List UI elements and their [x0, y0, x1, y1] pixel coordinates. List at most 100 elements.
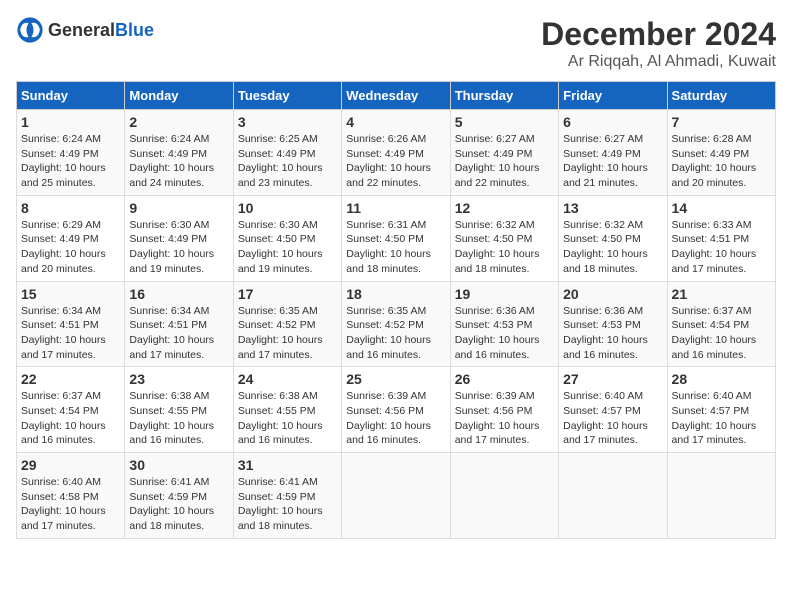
- day-number: 13: [563, 200, 662, 216]
- day-detail: Sunrise: 6:27 AMSunset: 4:49 PMDaylight:…: [563, 133, 648, 189]
- day-number: 3: [238, 114, 337, 130]
- day-detail: Sunrise: 6:40 AMSunset: 4:57 PMDaylight:…: [672, 390, 757, 446]
- calendar-cell: 11 Sunrise: 6:31 AMSunset: 4:50 PMDaylig…: [342, 195, 450, 281]
- weekday-header-tuesday: Tuesday: [233, 82, 341, 110]
- calendar-cell: 19 Sunrise: 6:36 AMSunset: 4:53 PMDaylig…: [450, 281, 558, 367]
- weekday-header-wednesday: Wednesday: [342, 82, 450, 110]
- weekday-header-saturday: Saturday: [667, 82, 775, 110]
- day-detail: Sunrise: 6:30 AMSunset: 4:50 PMDaylight:…: [238, 219, 323, 275]
- title-area: December 2024 Ar Riqqah, Al Ahmadi, Kuwa…: [541, 16, 776, 71]
- day-detail: Sunrise: 6:35 AMSunset: 4:52 PMDaylight:…: [238, 305, 323, 361]
- weekday-header-monday: Monday: [125, 82, 233, 110]
- calendar-cell: 14 Sunrise: 6:33 AMSunset: 4:51 PMDaylig…: [667, 195, 775, 281]
- calendar-cell: 5 Sunrise: 6:27 AMSunset: 4:49 PMDayligh…: [450, 110, 558, 196]
- day-detail: Sunrise: 6:25 AMSunset: 4:49 PMDaylight:…: [238, 133, 323, 189]
- day-detail: Sunrise: 6:28 AMSunset: 4:49 PMDaylight:…: [672, 133, 757, 189]
- day-detail: Sunrise: 6:33 AMSunset: 4:51 PMDaylight:…: [672, 219, 757, 275]
- calendar-cell: 24 Sunrise: 6:38 AMSunset: 4:55 PMDaylig…: [233, 367, 341, 453]
- day-number: 19: [455, 286, 554, 302]
- logo-blue: Blue: [115, 20, 154, 40]
- day-number: 8: [21, 200, 120, 216]
- calendar-week-4: 22 Sunrise: 6:37 AMSunset: 4:54 PMDaylig…: [17, 367, 776, 453]
- day-detail: Sunrise: 6:24 AMSunset: 4:49 PMDaylight:…: [21, 133, 106, 189]
- calendar-cell: 18 Sunrise: 6:35 AMSunset: 4:52 PMDaylig…: [342, 281, 450, 367]
- calendar-cell: 8 Sunrise: 6:29 AMSunset: 4:49 PMDayligh…: [17, 195, 125, 281]
- day-number: 10: [238, 200, 337, 216]
- calendar-cell: [450, 453, 558, 539]
- calendar-cell: 4 Sunrise: 6:26 AMSunset: 4:49 PMDayligh…: [342, 110, 450, 196]
- calendar-cell: 12 Sunrise: 6:32 AMSunset: 4:50 PMDaylig…: [450, 195, 558, 281]
- page-header: GeneralBlue December 2024 Ar Riqqah, Al …: [16, 16, 776, 71]
- calendar-cell: 26 Sunrise: 6:39 AMSunset: 4:56 PMDaylig…: [450, 367, 558, 453]
- calendar-cell: 9 Sunrise: 6:30 AMSunset: 4:49 PMDayligh…: [125, 195, 233, 281]
- day-detail: Sunrise: 6:37 AMSunset: 4:54 PMDaylight:…: [21, 390, 106, 446]
- calendar-cell: 21 Sunrise: 6:37 AMSunset: 4:54 PMDaylig…: [667, 281, 775, 367]
- calendar-cell: [559, 453, 667, 539]
- calendar-cell: 31 Sunrise: 6:41 AMSunset: 4:59 PMDaylig…: [233, 453, 341, 539]
- day-detail: Sunrise: 6:30 AMSunset: 4:49 PMDaylight:…: [129, 219, 214, 275]
- logo-general: General: [48, 20, 115, 40]
- calendar-cell: 23 Sunrise: 6:38 AMSunset: 4:55 PMDaylig…: [125, 367, 233, 453]
- calendar-cell: 1 Sunrise: 6:24 AMSunset: 4:49 PMDayligh…: [17, 110, 125, 196]
- day-number: 11: [346, 200, 445, 216]
- day-detail: Sunrise: 6:38 AMSunset: 4:55 PMDaylight:…: [129, 390, 214, 446]
- day-number: 1: [21, 114, 120, 130]
- calendar-cell: 25 Sunrise: 6:39 AMSunset: 4:56 PMDaylig…: [342, 367, 450, 453]
- month-title: December 2024: [541, 16, 776, 53]
- day-detail: Sunrise: 6:36 AMSunset: 4:53 PMDaylight:…: [455, 305, 540, 361]
- calendar-cell: 29 Sunrise: 6:40 AMSunset: 4:58 PMDaylig…: [17, 453, 125, 539]
- day-detail: Sunrise: 6:29 AMSunset: 4:49 PMDaylight:…: [21, 219, 106, 275]
- day-detail: Sunrise: 6:34 AMSunset: 4:51 PMDaylight:…: [129, 305, 214, 361]
- day-number: 7: [672, 114, 771, 130]
- day-number: 18: [346, 286, 445, 302]
- day-number: 15: [21, 286, 120, 302]
- day-detail: Sunrise: 6:32 AMSunset: 4:50 PMDaylight:…: [563, 219, 648, 275]
- day-detail: Sunrise: 6:24 AMSunset: 4:49 PMDaylight:…: [129, 133, 214, 189]
- calendar-cell: 3 Sunrise: 6:25 AMSunset: 4:49 PMDayligh…: [233, 110, 341, 196]
- calendar-cell: 16 Sunrise: 6:34 AMSunset: 4:51 PMDaylig…: [125, 281, 233, 367]
- header-row: SundayMondayTuesdayWednesdayThursdayFrid…: [17, 82, 776, 110]
- calendar-cell: [667, 453, 775, 539]
- weekday-header-thursday: Thursday: [450, 82, 558, 110]
- day-number: 4: [346, 114, 445, 130]
- weekday-header-friday: Friday: [559, 82, 667, 110]
- day-detail: Sunrise: 6:36 AMSunset: 4:53 PMDaylight:…: [563, 305, 648, 361]
- day-number: 6: [563, 114, 662, 130]
- day-number: 31: [238, 457, 337, 473]
- day-detail: Sunrise: 6:32 AMSunset: 4:50 PMDaylight:…: [455, 219, 540, 275]
- day-detail: Sunrise: 6:34 AMSunset: 4:51 PMDaylight:…: [21, 305, 106, 361]
- day-number: 17: [238, 286, 337, 302]
- calendar-cell: 30 Sunrise: 6:41 AMSunset: 4:59 PMDaylig…: [125, 453, 233, 539]
- calendar-week-2: 8 Sunrise: 6:29 AMSunset: 4:49 PMDayligh…: [17, 195, 776, 281]
- calendar-cell: 20 Sunrise: 6:36 AMSunset: 4:53 PMDaylig…: [559, 281, 667, 367]
- day-detail: Sunrise: 6:39 AMSunset: 4:56 PMDaylight:…: [455, 390, 540, 446]
- calendar-week-5: 29 Sunrise: 6:40 AMSunset: 4:58 PMDaylig…: [17, 453, 776, 539]
- logo-icon: [16, 16, 44, 44]
- day-number: 26: [455, 371, 554, 387]
- day-number: 12: [455, 200, 554, 216]
- day-detail: Sunrise: 6:31 AMSunset: 4:50 PMDaylight:…: [346, 219, 431, 275]
- calendar-cell: 6 Sunrise: 6:27 AMSunset: 4:49 PMDayligh…: [559, 110, 667, 196]
- day-number: 16: [129, 286, 228, 302]
- day-number: 5: [455, 114, 554, 130]
- day-detail: Sunrise: 6:39 AMSunset: 4:56 PMDaylight:…: [346, 390, 431, 446]
- calendar-week-3: 15 Sunrise: 6:34 AMSunset: 4:51 PMDaylig…: [17, 281, 776, 367]
- day-detail: Sunrise: 6:38 AMSunset: 4:55 PMDaylight:…: [238, 390, 323, 446]
- calendar-cell: 17 Sunrise: 6:35 AMSunset: 4:52 PMDaylig…: [233, 281, 341, 367]
- day-detail: Sunrise: 6:26 AMSunset: 4:49 PMDaylight:…: [346, 133, 431, 189]
- calendar-cell: 10 Sunrise: 6:30 AMSunset: 4:50 PMDaylig…: [233, 195, 341, 281]
- day-number: 22: [21, 371, 120, 387]
- day-number: 30: [129, 457, 228, 473]
- day-number: 24: [238, 371, 337, 387]
- logo: GeneralBlue: [16, 16, 154, 44]
- day-number: 28: [672, 371, 771, 387]
- day-number: 2: [129, 114, 228, 130]
- day-detail: Sunrise: 6:35 AMSunset: 4:52 PMDaylight:…: [346, 305, 431, 361]
- calendar-cell: 15 Sunrise: 6:34 AMSunset: 4:51 PMDaylig…: [17, 281, 125, 367]
- calendar-cell: 7 Sunrise: 6:28 AMSunset: 4:49 PMDayligh…: [667, 110, 775, 196]
- day-detail: Sunrise: 6:41 AMSunset: 4:59 PMDaylight:…: [238, 476, 323, 532]
- day-number: 27: [563, 371, 662, 387]
- calendar-table: SundayMondayTuesdayWednesdayThursdayFrid…: [16, 81, 776, 539]
- calendar-cell: 2 Sunrise: 6:24 AMSunset: 4:49 PMDayligh…: [125, 110, 233, 196]
- day-detail: Sunrise: 6:41 AMSunset: 4:59 PMDaylight:…: [129, 476, 214, 532]
